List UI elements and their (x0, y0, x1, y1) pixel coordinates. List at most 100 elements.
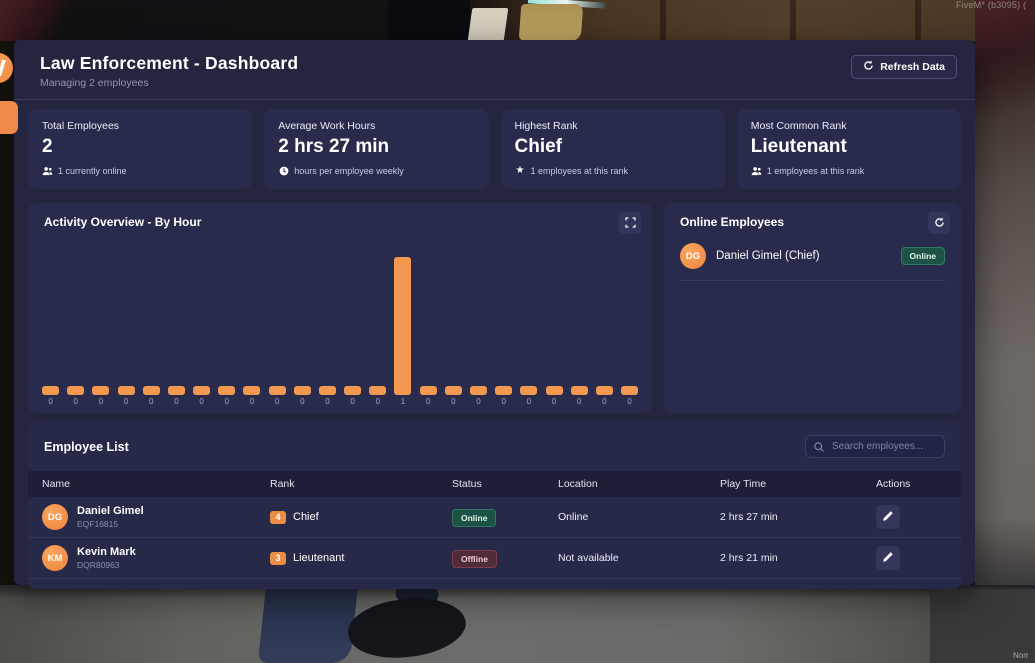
location-cell: Online (558, 511, 720, 523)
rank-name: Lieutenant (293, 552, 344, 564)
bar-value-label: 0 (275, 397, 279, 407)
activity-bar[interactable] (546, 386, 563, 395)
avatar: KM (42, 545, 68, 571)
activity-bar[interactable] (42, 386, 59, 395)
clock-icon (278, 165, 289, 176)
bar-value-label: 0 (99, 397, 103, 407)
activity-bar[interactable] (470, 386, 487, 395)
page-subtitle: Managing 2 employees (40, 77, 957, 89)
activity-bar[interactable] (143, 386, 160, 395)
activity-bar[interactable] (520, 386, 537, 395)
stat-card-highest-rank: Highest Rank Chief ★ 1 employees at this… (501, 109, 725, 189)
activity-bar[interactable] (571, 386, 588, 395)
background-red-streak (0, 0, 75, 41)
activity-bar[interactable] (344, 386, 361, 395)
stat-footer-text: 1 currently online (58, 166, 127, 176)
activity-bar[interactable] (218, 386, 235, 395)
activity-bar[interactable] (269, 386, 286, 395)
bar-column: 0 (592, 386, 617, 407)
stat-card-average-work-hours: Average Work Hours 2 hrs 27 min hours pe… (264, 109, 488, 189)
location-cell: Not available (558, 552, 720, 564)
stat-label: Highest Rank (515, 120, 711, 132)
bar-value-label: 0 (577, 397, 581, 407)
bar-value-label: 0 (48, 397, 52, 407)
employee-id: DQR80963 (77, 560, 136, 570)
stats-row: Total Employees 2 1 currently online Ave… (28, 109, 961, 189)
play-time-cell: 2 hrs 21 min (720, 552, 876, 564)
stat-footer: 1 currently online (42, 165, 238, 176)
activity-bar[interactable] (369, 386, 386, 395)
activity-bar[interactable] (168, 386, 185, 395)
edit-employee-button[interactable] (876, 505, 900, 529)
activity-bar[interactable] (193, 386, 210, 395)
refresh-data-button[interactable]: Refresh Data (851, 55, 957, 79)
search-input[interactable] (805, 435, 945, 458)
column-header-status: Status (452, 478, 558, 490)
activity-bar[interactable] (420, 386, 437, 395)
background-papers (468, 8, 509, 41)
bar-value-label: 0 (350, 397, 354, 407)
name-cell: KM Kevin Mark DQR80963 (42, 545, 270, 571)
bar-column: 1 (390, 257, 415, 407)
avatar: DG (42, 504, 68, 530)
bar-value-label: 0 (527, 397, 531, 407)
avatar: DG (680, 243, 706, 269)
stat-card-total-employees: Total Employees 2 1 currently online (28, 109, 252, 189)
status-badge: Offline (452, 550, 497, 568)
activity-bar[interactable] (67, 386, 84, 395)
activity-bar[interactable] (92, 386, 109, 395)
rank-level-badge: 4 (270, 511, 286, 524)
stat-label: Most Common Rank (751, 120, 947, 132)
stat-value: Lieutenant (751, 136, 947, 158)
stat-value: Chief (515, 136, 711, 158)
employee-list-section: Employee List Name Rank Status Location … (28, 421, 961, 589)
activity-bar[interactable] (294, 386, 311, 395)
column-header-play-time: Play Time (720, 478, 876, 490)
activity-bar[interactable] (319, 386, 336, 395)
bar-column: 0 (365, 386, 390, 407)
background-wall-slat (790, 0, 796, 41)
background-bag (519, 4, 584, 41)
side-logo (0, 53, 13, 83)
activity-bar[interactable] (243, 386, 260, 395)
charts-row: Activity Overview - By Hour 000000000000… (28, 203, 961, 413)
rank-cell: 3 Lieutenant (270, 552, 452, 565)
bar-value-label: 0 (124, 397, 128, 407)
edit-employee-button[interactable] (876, 546, 900, 570)
stat-footer-text: 1 employees at this rank (531, 166, 629, 176)
stat-card-most-common-rank: Most Common Rank Lieutenant 1 employees … (737, 109, 961, 189)
refresh-online-button[interactable] (928, 212, 950, 234)
side-tab[interactable] (0, 101, 18, 134)
stat-footer-text: 1 employees at this rank (767, 166, 865, 176)
table-row[interactable]: DG Daniel Gimel EQF16815 4 Chief Online … (28, 497, 961, 538)
stat-value: 2 (42, 136, 238, 158)
activity-bar[interactable] (621, 386, 638, 395)
bar-column: 0 (63, 386, 88, 407)
activity-bar[interactable] (445, 386, 462, 395)
online-employee-item[interactable]: DG Daniel Gimel (Chief) Online (680, 243, 945, 281)
name-stack: Kevin Mark DQR80963 (77, 546, 136, 569)
bar-value-label: 0 (325, 397, 329, 407)
activity-bar[interactable] (118, 386, 135, 395)
background-game-scene-top (0, 0, 1035, 41)
activity-bar[interactable] (596, 386, 613, 395)
play-time-cell: 2 hrs 27 min (720, 511, 876, 523)
bar-column: 0 (214, 386, 239, 407)
bar-column: 0 (189, 386, 214, 407)
employee-name: Daniel Gimel (77, 505, 144, 518)
stat-label: Average Work Hours (278, 120, 474, 132)
column-header-actions: Actions (876, 478, 961, 490)
name-stack: Daniel Gimel EQF16815 (77, 505, 144, 528)
background-game-scene-right (975, 0, 1035, 663)
bar-column: 0 (265, 386, 290, 407)
activity-bar[interactable] (394, 257, 411, 395)
bar-column: 0 (139, 386, 164, 407)
pencil-icon (882, 510, 894, 525)
expand-chart-button[interactable] (619, 212, 641, 234)
table-row[interactable]: KM Kevin Mark DQR80963 3 Lieutenant Offl… (28, 538, 961, 579)
bar-column: 0 (239, 386, 264, 407)
bar-value-label: 0 (426, 397, 430, 407)
search-icon (813, 440, 825, 458)
activity-bar[interactable] (495, 386, 512, 395)
column-header-location: Location (558, 478, 720, 490)
